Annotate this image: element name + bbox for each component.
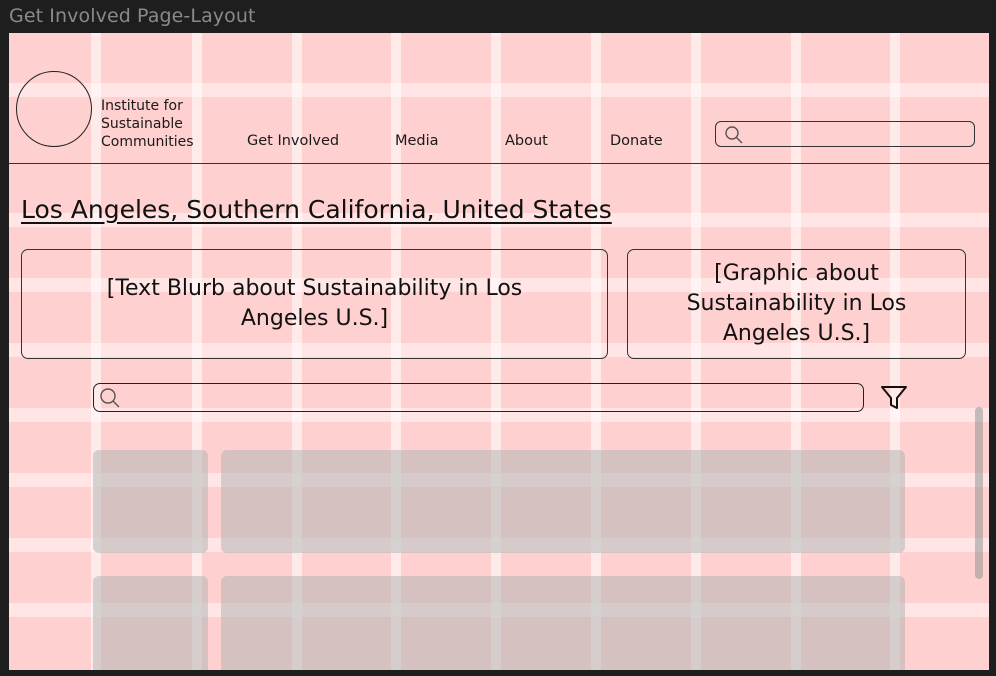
organization-name: Institute for Sustainable Communities [101, 97, 211, 151]
header-divider [9, 163, 989, 164]
search-icon [724, 125, 744, 149]
organization-name-line: Institute for [101, 98, 183, 114]
organization-name-line: Communities [101, 134, 194, 150]
result-content-placeholder[interactable] [221, 450, 905, 553]
scrollbar[interactable] [975, 407, 983, 579]
text-blurb-placeholder: [Text Blurb about Sustainability in Los … [21, 249, 608, 359]
logo[interactable] [16, 71, 92, 147]
result-thumbnail-placeholder[interactable] [93, 450, 208, 553]
page-frame: Institute for Sustainable Communities Ge… [9, 33, 989, 670]
result-thumbnail-placeholder[interactable] [93, 576, 208, 670]
nav-donate[interactable]: Donate [610, 133, 663, 149]
header-search-input[interactable] [715, 121, 975, 147]
layout-grid-row [9, 83, 989, 97]
graphic-placeholder: [Graphic about Sustainability in Los Ang… [627, 249, 966, 359]
result-content-placeholder[interactable] [221, 576, 905, 670]
frame-title[interactable]: Get Involved Page-Layout [9, 5, 256, 27]
search-icon [99, 387, 121, 413]
nav-about[interactable]: About [505, 133, 548, 149]
organization-name-line: Sustainable [101, 116, 183, 132]
nav-media[interactable]: Media [395, 133, 439, 149]
page-heading: Los Angeles, Southern California, United… [21, 195, 612, 224]
filter-icon[interactable] [880, 384, 908, 416]
content-search-input[interactable] [93, 383, 864, 412]
nav-get-involved[interactable]: Get Involved [247, 133, 339, 149]
